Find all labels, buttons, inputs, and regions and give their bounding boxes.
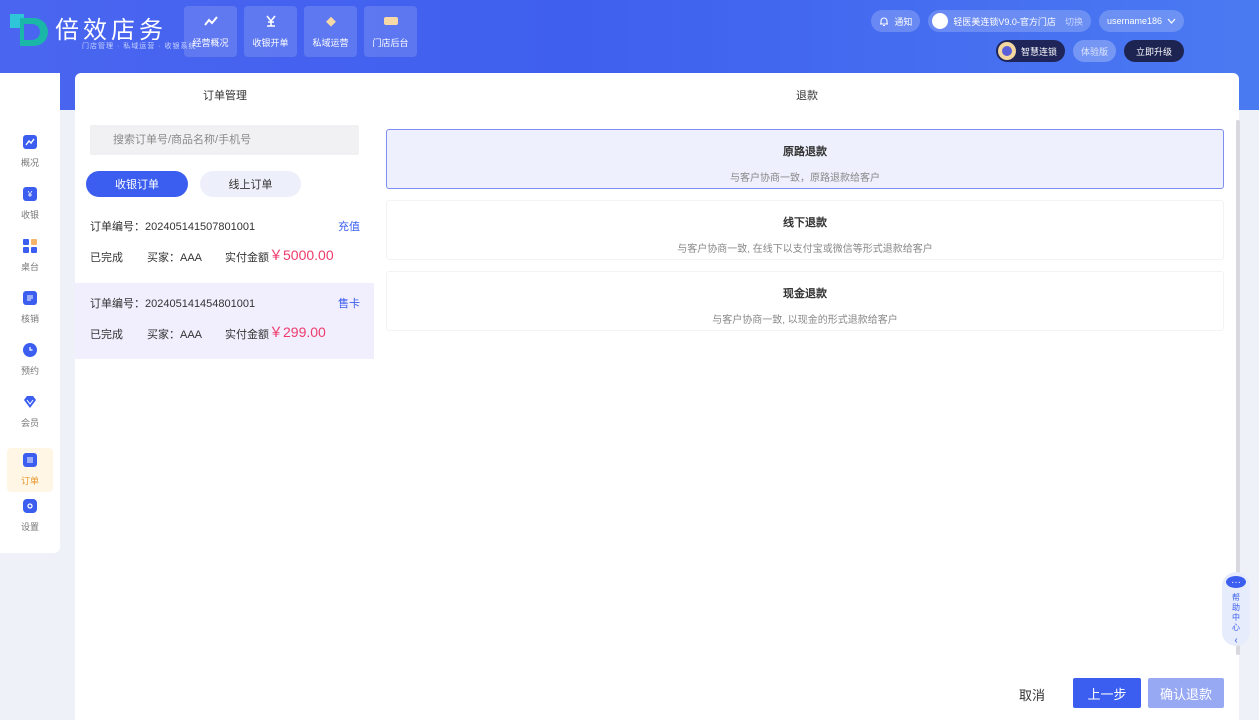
- chevron-down-icon: [1167, 18, 1176, 24]
- refund-option-title: 线下退款: [783, 217, 827, 229]
- refund-option-cash[interactable]: 现金退款 与客户协商一致, 以现金的形式退款给客户: [386, 271, 1224, 331]
- order-buyer: 买家：AAA: [147, 252, 203, 264]
- sidebar-item-overview[interactable]: 概况: [7, 130, 53, 174]
- sidebar-item-settings[interactable]: 设置: [7, 494, 53, 538]
- sidebar-item-table[interactable]: 桌台: [7, 234, 53, 278]
- bell-icon: [880, 17, 889, 26]
- sidebar-item-member[interactable]: 会员: [7, 390, 53, 434]
- chevron-left-icon: ‹: [1234, 635, 1238, 646]
- sidebar-item-label: 设置: [20, 522, 39, 532]
- nav-label: 门店后台: [372, 38, 409, 48]
- header-actions: 通知 轻医美连锁V9.0-官方门店 切换 username186: [871, 10, 1184, 32]
- order-item[interactable]: 订单编号：202405141454801001 售卡 已完成 买家：AAA 实付…: [75, 283, 374, 359]
- crown-icon: [997, 42, 1016, 60]
- diamond-icon: [23, 395, 37, 409]
- order-number: 订单编号：202405141454801001: [90, 298, 256, 310]
- chat-icon: ···: [1226, 576, 1246, 588]
- nav-label: 私域运营: [312, 38, 349, 48]
- store-avatar: [932, 13, 949, 29]
- main-panel: 订单管理 退款 收银订单 线上订单 订单编号：20240514150780100…: [75, 73, 1239, 720]
- order-amount-label: 实付金额: [225, 252, 269, 264]
- user-menu[interactable]: username186: [1098, 10, 1184, 32]
- nav-cashier[interactable]: 收银开单: [244, 6, 297, 57]
- plan-label: 智慧连锁: [1020, 46, 1057, 57]
- order-icon: [23, 453, 37, 467]
- left-sidebar: 概况 ¥ 收银 桌台 核销 预约 会员 订单 设置: [0, 73, 60, 553]
- order-management-title: 订单管理: [203, 90, 247, 102]
- sidebar-item-label: 订单: [20, 476, 39, 486]
- help-label: 帮助中心: [1232, 593, 1240, 632]
- previous-step-button[interactable]: 上一步: [1073, 678, 1141, 708]
- order-buyer: 买家：AAA: [147, 329, 203, 341]
- nav-store-backend[interactable]: 门店后台: [364, 6, 417, 57]
- sidebar-item-label: 预约: [20, 366, 39, 376]
- sidebar-item-label: 桌台: [20, 262, 39, 272]
- brand-name: 倍效店务: [55, 17, 167, 44]
- order-amount: ￥299.00: [269, 324, 326, 340]
- top-nav: 经营概况 收银开单 私域运营 门店后台: [184, 6, 417, 57]
- chart-icon: [23, 135, 37, 149]
- store-switcher[interactable]: 轻医美连锁V9.0-官方门店 切换: [928, 10, 1091, 32]
- notify-button[interactable]: 通知: [871, 10, 921, 32]
- refund-option-desc: 与客户协商一致，原路退款给客户: [730, 173, 880, 184]
- yen-icon: [262, 14, 280, 28]
- refund-option-title: 现金退款: [783, 288, 827, 300]
- plan-badge: 智慧连锁: [995, 40, 1065, 62]
- yen-icon: ¥: [23, 187, 37, 201]
- sidebar-item-booking[interactable]: 预约: [7, 338, 53, 382]
- tab-online-orders[interactable]: 线上订单: [200, 171, 301, 197]
- confirm-refund-button[interactable]: 确认退款: [1148, 678, 1224, 708]
- brand-logo: [10, 14, 48, 46]
- sidebar-item-label: 收银: [20, 210, 39, 220]
- card-icon: [382, 14, 400, 28]
- nav-private-domain[interactable]: 私域运营: [304, 6, 357, 57]
- order-amount-label: 实付金额: [225, 329, 269, 341]
- order-item[interactable]: 订单编号：202405141507801001 充值 已完成 买家：AAA 实付…: [75, 206, 374, 282]
- sidebar-item-order[interactable]: 订单: [7, 448, 53, 492]
- plan-actions: 智慧连锁 体验版 立即升级: [995, 40, 1184, 62]
- trend-icon: [202, 14, 220, 28]
- order-type-tag: 售卡: [338, 298, 360, 310]
- switch-link[interactable]: 切换: [1065, 15, 1083, 28]
- upgrade-button[interactable]: 立即升级: [1123, 40, 1184, 62]
- nav-overview[interactable]: 经营概况: [184, 6, 237, 57]
- trial-badge: 体验版: [1072, 40, 1116, 62]
- sidebar-item-label: 核销: [20, 314, 39, 324]
- username: username186: [1106, 16, 1162, 26]
- store-name: 轻医美连锁V9.0-官方门店: [953, 16, 1056, 27]
- refund-option-desc: 与客户协商一致, 以现金的形式退款给客户: [712, 315, 898, 326]
- sidebar-item-label: 会员: [20, 418, 39, 428]
- refund-option-desc: 与客户协商一致, 在线下以支付宝或微信等形式退款给客户: [677, 244, 933, 255]
- nav-label: 经营概况: [192, 38, 229, 48]
- notify-label: 通知: [894, 16, 913, 27]
- sidebar-item-cashier[interactable]: ¥ 收银: [7, 182, 53, 226]
- order-search-input[interactable]: [90, 125, 359, 155]
- refund-option-title: 原路退款: [783, 146, 827, 158]
- help-center-button[interactable]: ··· 帮助中心 ‹: [1222, 572, 1250, 646]
- sidebar-item-verify[interactable]: 核销: [7, 286, 53, 330]
- brand-subtitle: 门店管理 · 私域运营 · 收银系统: [82, 43, 197, 50]
- refund-title: 退款: [796, 90, 818, 102]
- refund-option-original[interactable]: 原路退款 与客户协商一致，原路退款给客户: [386, 129, 1224, 189]
- sidebar-item-label: 概况: [20, 158, 39, 168]
- order-amount: ￥5000.00: [269, 247, 334, 263]
- order-status: 已完成: [90, 329, 123, 341]
- verify-icon: [23, 291, 37, 305]
- tab-cashier-orders[interactable]: 收银订单: [86, 171, 188, 197]
- refund-option-offline[interactable]: 线下退款 与客户协商一致, 在线下以支付宝或微信等形式退款给客户: [386, 200, 1224, 260]
- order-status: 已完成: [90, 252, 123, 264]
- table-icon: [23, 239, 37, 253]
- gear-icon: [23, 499, 37, 513]
- order-number: 订单编号：202405141507801001: [90, 221, 256, 233]
- diamond-icon: [322, 14, 340, 28]
- cancel-button[interactable]: 取消: [1003, 678, 1061, 710]
- order-type-tag: 充值: [338, 221, 360, 233]
- clock-icon: [23, 343, 37, 357]
- nav-label: 收银开单: [252, 38, 289, 48]
